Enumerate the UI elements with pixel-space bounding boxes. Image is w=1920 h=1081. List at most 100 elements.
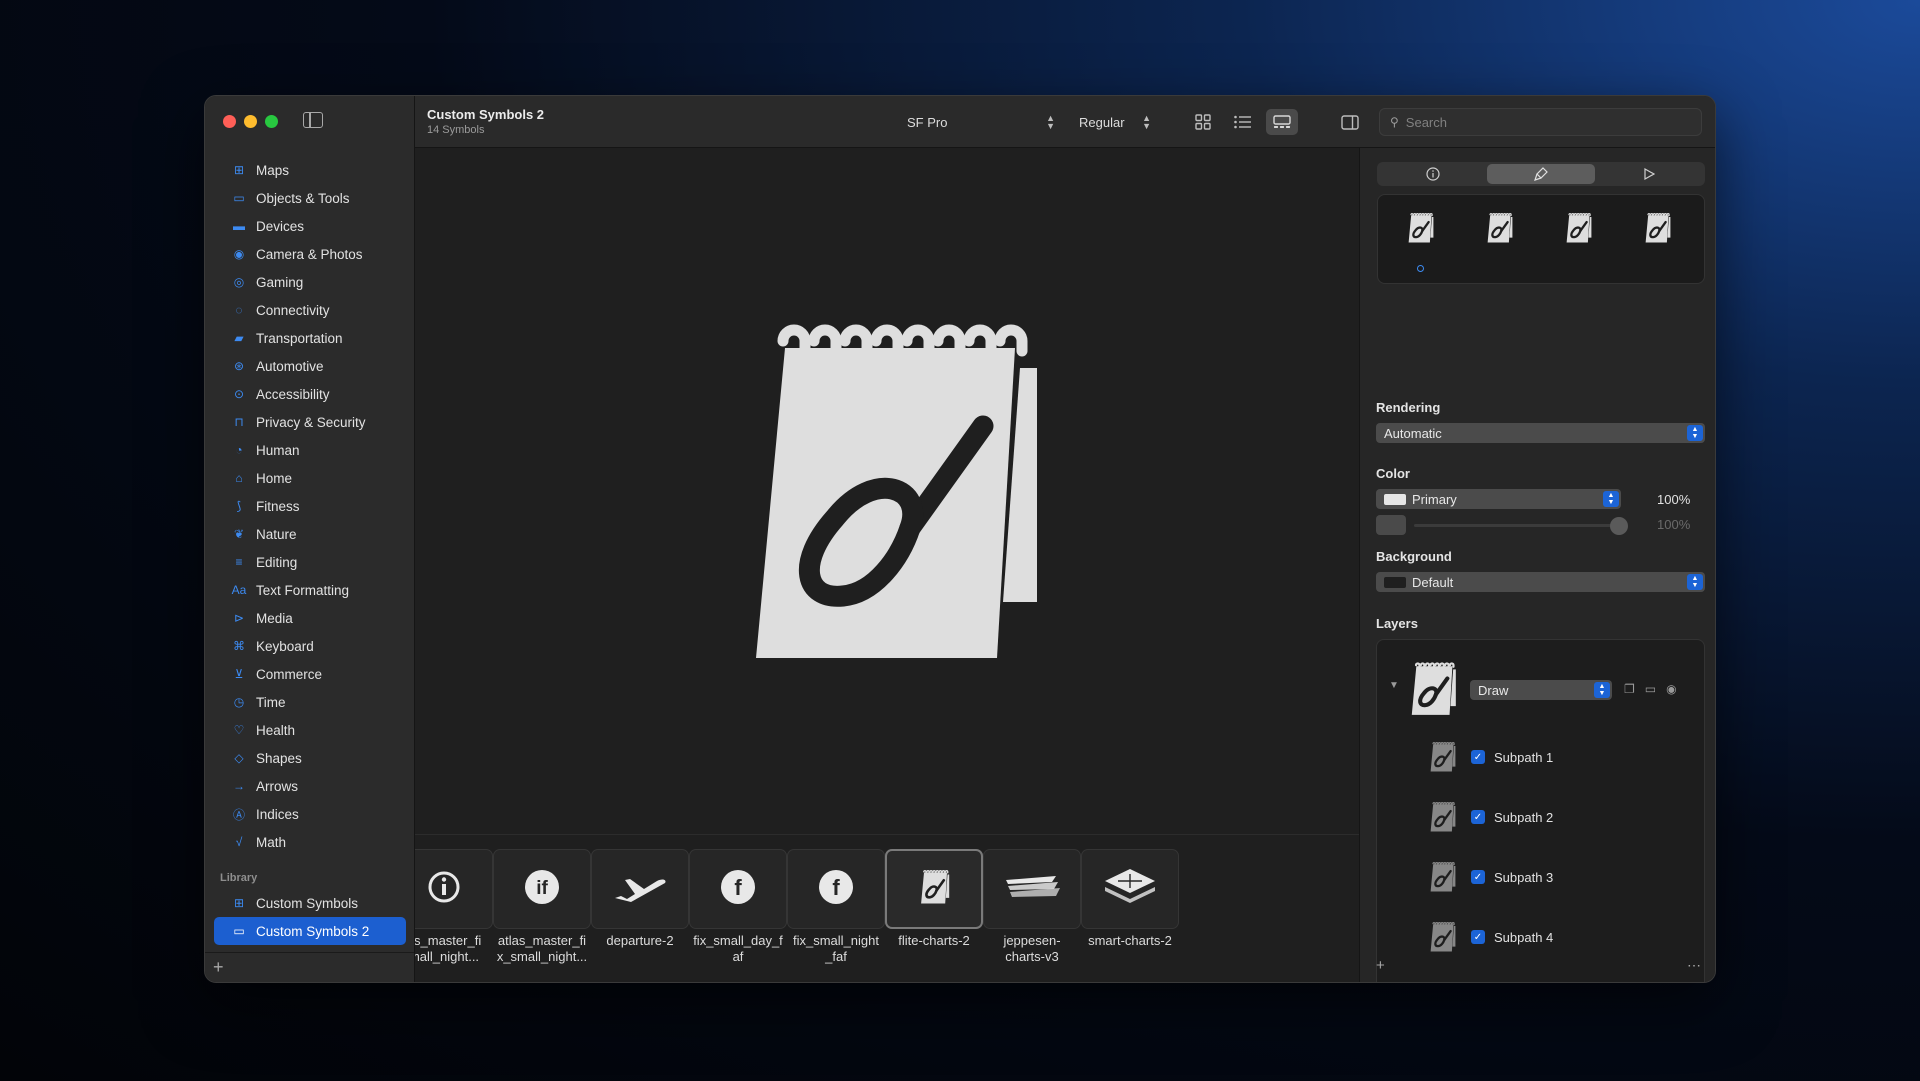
caption-line: atlas_master_fi bbox=[497, 933, 587, 948]
sidebar-item-health[interactable]: ♡ Health bbox=[205, 716, 415, 744]
sidebar-item-objects-tools[interactable]: ▭ Objects & Tools bbox=[205, 184, 415, 212]
color-opacity[interactable]: 100% bbox=[1657, 492, 1690, 507]
grid-view-button[interactable] bbox=[1187, 109, 1219, 135]
svg-text:f: f bbox=[734, 875, 742, 900]
cart-icon: ⊻ bbox=[234, 667, 244, 681]
arrow-right-icon: → bbox=[233, 779, 245, 793]
symbol-thumbnail[interactable]: f fix_small_night _faf bbox=[787, 849, 885, 965]
symbol-thumbnail[interactable]: if atlas_master_fi x_small_night... bbox=[493, 849, 591, 965]
background-select[interactable]: Default ▲ ▼ bbox=[1376, 572, 1705, 592]
tab-style[interactable] bbox=[1487, 164, 1595, 184]
zoom-button[interactable] bbox=[265, 115, 278, 128]
app-window: ⊞ Maps ▭ Objects & Tools ▬ Devices ◉ Camera & P… bbox=[204, 95, 1716, 983]
sidebar-item-nature[interactable]: ❦ Nature bbox=[205, 520, 415, 548]
variant-preview[interactable] bbox=[1563, 211, 1593, 245]
thumbnail-caption: fix_small_day_f af bbox=[689, 933, 787, 965]
sidebar-toggle-icon[interactable] bbox=[303, 112, 323, 128]
chevron-updown-icon: ▲ ▼ bbox=[1594, 682, 1610, 698]
symbol-thumbnail[interactable]: smart-charts-2 bbox=[1081, 849, 1179, 949]
symbol-thumbnail[interactable]: jeppesen-charts-v3 bbox=[983, 849, 1081, 965]
symbol-thumbnail[interactable]: f fix_small_day_f af bbox=[689, 849, 787, 965]
toolbar: Custom Symbols 2 14 Symbols SF Pro ▲ ▼ Re… bbox=[415, 96, 1715, 148]
sidebar-item-time[interactable]: ◷ Time bbox=[205, 688, 415, 716]
subpath-row[interactable]: ✓ Subpath 2 bbox=[1427, 797, 1553, 837]
library-item-custom-symbols-2[interactable]: ▭ Custom Symbols 2 bbox=[214, 917, 406, 945]
caption-line: charts-v3 bbox=[1005, 949, 1059, 964]
thumbnail-caption: atlas_master_fi x_small_night... bbox=[493, 933, 591, 965]
sidebar-item-gaming[interactable]: ◎ Gaming bbox=[205, 268, 415, 296]
caption-line: as_master_fi bbox=[415, 933, 482, 948]
gallery-view-button[interactable] bbox=[1266, 109, 1298, 135]
variant-preview[interactable] bbox=[1405, 211, 1435, 245]
sidebar-item-indices[interactable]: Ⓐ Indices bbox=[205, 800, 415, 828]
sidebar-item-connectivity[interactable]: ◌ Connectivity bbox=[205, 296, 415, 324]
subpath-row[interactable]: ✓ Subpath 1 bbox=[1427, 737, 1553, 777]
minimize-button[interactable] bbox=[244, 115, 257, 128]
sidebar-item-label: Media bbox=[256, 610, 293, 626]
thumbnail-box: f bbox=[689, 849, 787, 929]
variant-preview[interactable] bbox=[1642, 211, 1672, 245]
subpath-checkbox[interactable]: ✓ bbox=[1471, 870, 1485, 884]
sidebar-item-math[interactable]: √ Math bbox=[205, 828, 415, 856]
subpath-checkbox[interactable]: ✓ bbox=[1471, 810, 1485, 824]
layer-select[interactable]: Draw ▲ ▼ bbox=[1470, 680, 1612, 700]
weight-popup[interactable]: Regular ▲ ▼ bbox=[1071, 109, 1157, 135]
subpath-row[interactable]: ✓ Subpath 4 bbox=[1427, 917, 1553, 957]
library-item-custom-symbols[interactable]: ⊞ Custom Symbols bbox=[214, 889, 406, 917]
duplicate-icon[interactable]: ❐ bbox=[1624, 682, 1635, 696]
symbol-thumbnail[interactable]: departure-2 bbox=[591, 849, 689, 949]
symbol-thumbnail[interactable]: flite-charts-2 bbox=[885, 849, 983, 949]
subpath-checkbox[interactable]: ✓ bbox=[1471, 750, 1485, 764]
close-button[interactable] bbox=[223, 115, 236, 128]
sidebar-item-media[interactable]: ⊳ Media bbox=[205, 604, 415, 632]
thumbnail-box bbox=[415, 849, 493, 929]
chevron-down-icon[interactable]: ▼ bbox=[1389, 680, 1399, 691]
color-circle-icon[interactable]: ◉ bbox=[1666, 682, 1676, 696]
variant-preview[interactable] bbox=[1484, 211, 1514, 245]
sidebar-item-fitness[interactable]: ⟆ Fitness bbox=[205, 492, 415, 520]
sidebar-item-camera-photos[interactable]: ◉ Camera & Photos bbox=[205, 240, 415, 268]
sidebar-item-shapes[interactable]: ◇ Shapes bbox=[205, 744, 415, 772]
tab-info[interactable] bbox=[1379, 164, 1487, 184]
sidebar-item-maps[interactable]: ⊞ Maps bbox=[205, 156, 415, 184]
sidebar-item-accessibility[interactable]: ⊙ Accessibility bbox=[205, 380, 415, 408]
sidebar-item-home[interactable]: ⌂ Home bbox=[205, 464, 415, 492]
sidebar-item-commerce[interactable]: ⊻ Commerce bbox=[205, 660, 415, 688]
color-select[interactable]: Primary ▲ ▼ bbox=[1376, 489, 1621, 509]
list-view-button[interactable] bbox=[1226, 109, 1258, 135]
rendering-select[interactable]: Automatic ▲ ▼ bbox=[1376, 423, 1705, 443]
collection-title: Custom Symbols 2 bbox=[427, 107, 545, 122]
search-field[interactable]: ⚲ Search bbox=[1379, 108, 1702, 136]
font-popup[interactable]: SF Pro ▲ ▼ bbox=[899, 109, 1061, 135]
rendering-label: Rendering bbox=[1376, 400, 1441, 415]
notepad-pen-icon bbox=[1429, 921, 1457, 953]
subpath-checkbox[interactable]: ✓ bbox=[1471, 930, 1485, 944]
sidebar-item-automotive[interactable]: ⊛ Automotive bbox=[205, 352, 415, 380]
more-options-button[interactable]: ⋯ bbox=[1687, 957, 1701, 974]
notepad-pen-icon bbox=[1644, 212, 1672, 244]
tab-preview[interactable] bbox=[1595, 164, 1703, 184]
secondary-color-icon[interactable] bbox=[1376, 515, 1406, 535]
subpath-row[interactable]: ✓ Subpath 3 bbox=[1427, 857, 1553, 897]
toggle-icon[interactable]: ▭ bbox=[1645, 682, 1656, 696]
sidebar-item-arrows[interactable]: → Arrows bbox=[205, 772, 415, 800]
layer-tools: ❐ ▭ ◉ bbox=[1624, 682, 1677, 696]
sidebar-item-human[interactable]: ◔ Human bbox=[205, 436, 415, 464]
notepad-pen-icon bbox=[1407, 212, 1435, 244]
sidebar-item-devices[interactable]: ▬ Devices bbox=[205, 212, 415, 240]
add-collection-button[interactable]: + bbox=[213, 957, 224, 978]
sidebar-item-keyboard[interactable]: ⌘ Keyboard bbox=[205, 632, 415, 660]
add-layer-button[interactable]: + bbox=[1376, 957, 1385, 974]
secondary-opacity-slider[interactable] bbox=[1414, 524, 1614, 527]
inspector-toggle-button[interactable] bbox=[1334, 109, 1366, 135]
sidebar-item-label: Commerce bbox=[256, 666, 323, 682]
sidebar-item-transportation[interactable]: ▰ Transportation bbox=[205, 324, 415, 352]
symbol-thumbnail[interactable]: as_master_fimall_night... bbox=[415, 849, 493, 965]
sidebar-item-privacy-security[interactable]: ⊓ Privacy & Security bbox=[205, 408, 415, 436]
slider-handle[interactable] bbox=[1610, 517, 1628, 535]
sidebar-item-text-formatting[interactable]: Aa Text Formatting bbox=[205, 576, 415, 604]
thumbnail-box bbox=[1081, 849, 1179, 929]
sidebar-item-editing[interactable]: ≡ Editing bbox=[205, 548, 415, 576]
symbol-strip: as_master_fimall_night... if atlas_master_… bbox=[415, 834, 1359, 982]
accessibility-icon: ⊙ bbox=[233, 387, 245, 401]
